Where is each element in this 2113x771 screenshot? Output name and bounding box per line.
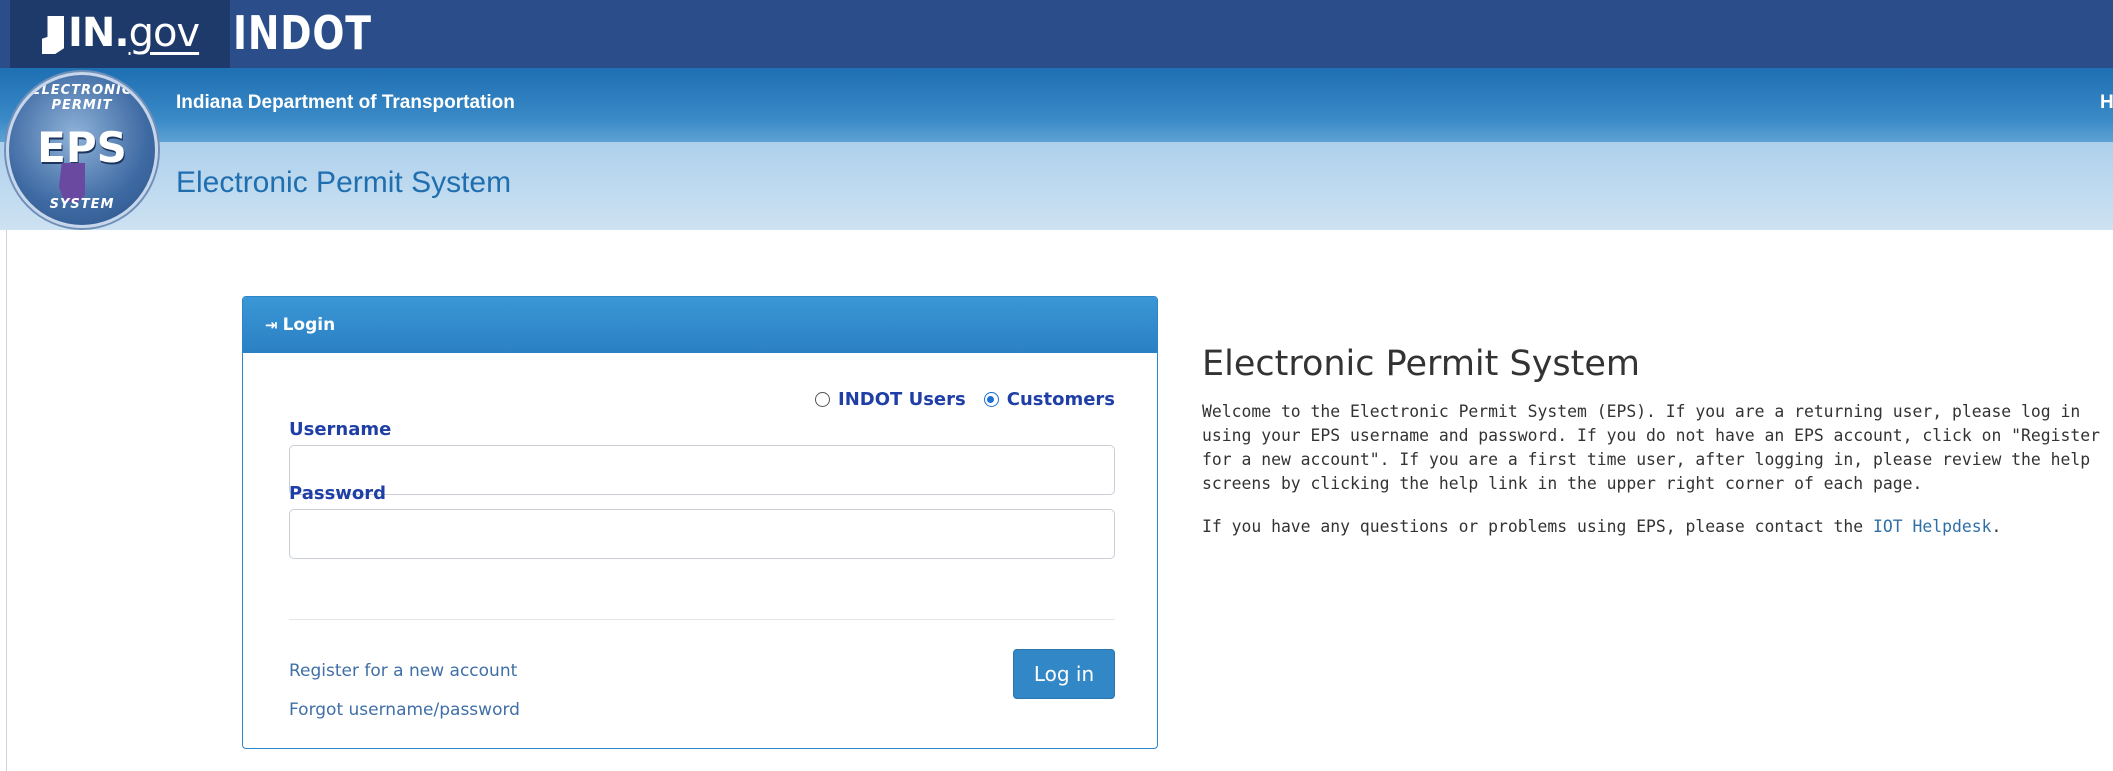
password-input[interactable] bbox=[289, 509, 1115, 559]
login-panel-header: ⇥ Login bbox=[243, 297, 1157, 353]
indot-users-label[interactable]: INDOT Users bbox=[838, 389, 966, 410]
help-text-end: . bbox=[1991, 517, 2002, 536]
help-paragraph: If you have any questions or problems us… bbox=[1202, 515, 2102, 539]
header-help-link[interactable]: H bbox=[2100, 92, 2113, 114]
content-title: Electronic Permit System bbox=[1202, 344, 1640, 384]
customers-radio[interactable] bbox=[983, 392, 999, 407]
ingov-top-bar: IN.gov INDOT bbox=[0, 0, 2113, 68]
form-divider bbox=[289, 619, 1115, 620]
ingov-logo-text: IN.gov bbox=[68, 10, 200, 56]
sign-in-icon: ⇥ bbox=[265, 316, 278, 334]
login-button[interactable]: Log in bbox=[1013, 649, 1115, 699]
left-border bbox=[6, 230, 7, 771]
customers-label[interactable]: Customers bbox=[1007, 389, 1115, 410]
seal-ring-bottom-text: SYSTEM bbox=[49, 197, 115, 212]
password-label: Password bbox=[289, 483, 387, 504]
forgot-credentials-link[interactable]: Forgot username/password bbox=[289, 700, 520, 720]
seal-ring-top-text: ELECTRONIC PERMIT bbox=[31, 83, 133, 113]
department-name: Indiana Department of Transportation bbox=[176, 92, 515, 113]
help-text: If you have any questions or problems us… bbox=[1202, 517, 1874, 536]
user-type-selector: INDOT Users Customers bbox=[815, 389, 1115, 410]
iot-helpdesk-link[interactable]: IOT Helpdesk bbox=[1873, 517, 1991, 536]
register-link[interactable]: Register for a new account bbox=[289, 661, 517, 681]
indot-users-radio[interactable] bbox=[815, 392, 831, 407]
welcome-paragraph: Welcome to the Electronic Permit System … bbox=[1202, 402, 2100, 493]
username-label: Username bbox=[289, 419, 392, 440]
eps-seal-logo: ELECTRONIC PERMIT EPS SYSTEM bbox=[6, 72, 158, 228]
ingov-logo-link[interactable]: IN.gov bbox=[10, 0, 230, 68]
username-input[interactable] bbox=[289, 445, 1115, 495]
login-panel: ⇥ Login INDOT Users Customers Username Pa… bbox=[242, 296, 1158, 749]
indot-agency-link[interactable]: INDOT bbox=[233, 6, 372, 60]
indiana-flag-icon bbox=[42, 16, 64, 54]
system-name: Electronic Permit System bbox=[176, 166, 512, 199]
login-panel-title: Login bbox=[282, 315, 336, 335]
